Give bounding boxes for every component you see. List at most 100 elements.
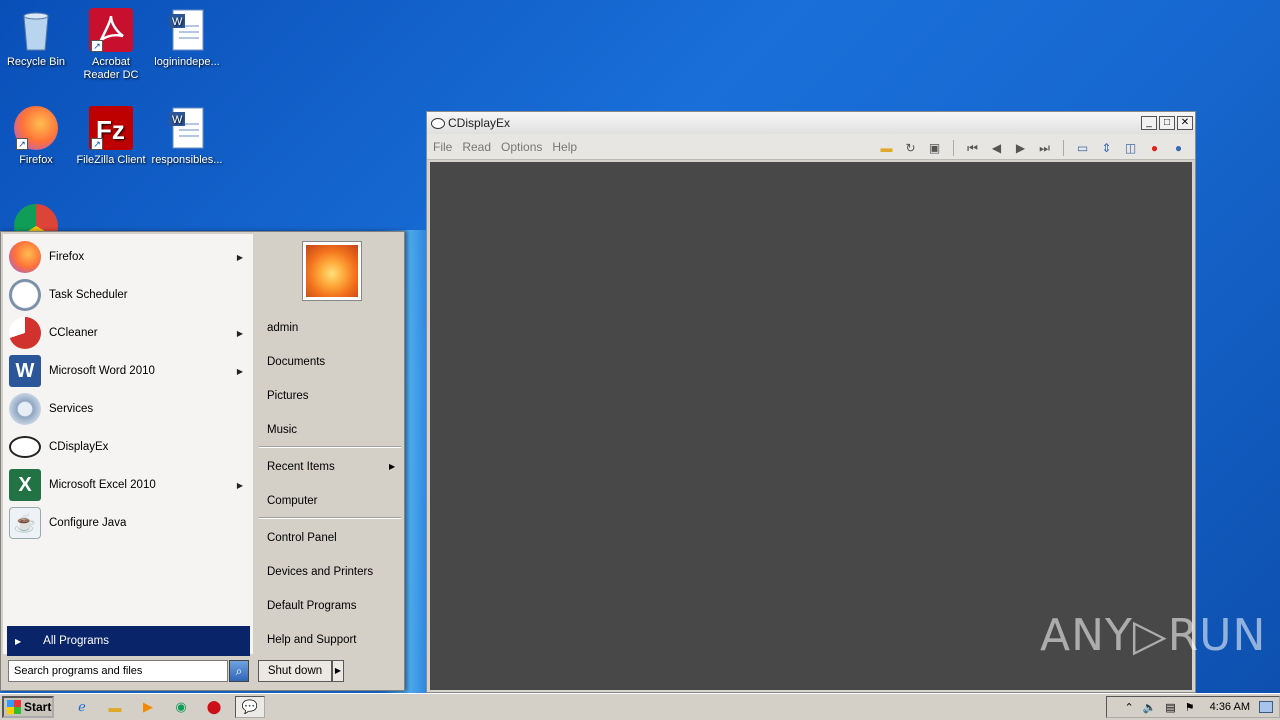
- menu-options[interactable]: Options: [501, 140, 542, 154]
- pages-icon[interactable]: ▣: [926, 141, 943, 156]
- search-input[interactable]: Search programs and files: [8, 660, 228, 682]
- start-button[interactable]: Start: [2, 696, 54, 718]
- desktop-icon-firefox[interactable]: ↗ Firefox: [0, 106, 74, 167]
- word-icon: W: [9, 355, 41, 387]
- excel-icon: X: [9, 469, 41, 501]
- toolbar-separator: [1063, 140, 1064, 156]
- user-avatar[interactable]: [303, 242, 361, 300]
- start-label: Start: [24, 700, 52, 714]
- flag-icon[interactable]: ⚑: [1185, 701, 1195, 714]
- menu-read[interactable]: Read: [462, 140, 491, 154]
- program-ccleaner[interactable]: CCleaner ▶: [9, 315, 249, 351]
- program-word[interactable]: W Microsoft Word 2010 ▶: [9, 353, 249, 389]
- toolbar: ▬ ↻ ▣ ⏮ ◀ ▶ ⏭ ▭ ⇕ ◫ ● ●: [878, 140, 1187, 156]
- shortcut-arrow-icon: ↗: [91, 138, 103, 150]
- arrow-right-icon: ▶: [15, 636, 22, 646]
- link-pictures[interactable]: Pictures: [267, 390, 309, 402]
- anyrun-watermark: ANY▷RUN: [1040, 610, 1267, 661]
- system-tray: ⌃ 🔈 ▤ ⚑ 4:36 AM: [1106, 696, 1280, 718]
- submenu-arrow-icon: ▶: [236, 252, 243, 262]
- submenu-arrow-icon: ▶: [236, 480, 243, 490]
- link-default-programs[interactable]: Default Programs: [267, 600, 356, 612]
- link-recent-items[interactable]: Recent Items: [267, 461, 335, 473]
- all-programs-button[interactable]: ▶ All Programs: [7, 626, 250, 656]
- menu-separator: [259, 517, 401, 519]
- link-admin[interactable]: admin: [267, 322, 298, 334]
- internet-explorer-icon[interactable]: ℯ: [70, 696, 94, 718]
- taskbar: Start ℯ ▬ ▶ ◉ ⬤ 💬 ⌃ 🔈 ▤ ⚑ 4:36 AM: [0, 693, 1280, 720]
- link-control-panel[interactable]: Control Panel: [267, 532, 337, 544]
- desktop-icon-label: Firefox: [19, 154, 53, 166]
- shortcut-arrow-icon: ↗: [16, 138, 28, 150]
- gear-icon: [9, 393, 41, 425]
- opera-icon[interactable]: ⬤: [202, 696, 226, 718]
- program-label: Microsoft Word 2010: [49, 365, 155, 377]
- program-label: Configure Java: [49, 517, 127, 529]
- chrome-icon[interactable]: ◉: [169, 696, 193, 718]
- desktop-icon-label: Acrobat Reader DC: [83, 56, 139, 81]
- window-titlebar[interactable]: CDisplayEx _ □ ✕: [427, 112, 1195, 134]
- clock-icon: [9, 279, 41, 311]
- start-menu-right-pane: admin Documents Pictures Music Recent It…: [255, 234, 403, 654]
- filezilla-icon: Fz ↗: [89, 106, 133, 150]
- program-label: Firefox: [49, 251, 85, 263]
- desktop-icon-label: loginindepe...: [154, 56, 220, 68]
- fit-width-icon[interactable]: ▭: [1074, 141, 1091, 156]
- link-music[interactable]: Music: [267, 424, 297, 436]
- program-label: Services: [49, 403, 94, 415]
- maximize-button[interactable]: □: [1159, 116, 1175, 130]
- program-firefox[interactable]: Firefox ▶: [9, 239, 249, 275]
- link-documents[interactable]: Documents: [267, 356, 325, 368]
- network-icon[interactable]: ▤: [1165, 701, 1175, 714]
- menu-file[interactable]: File: [433, 140, 452, 154]
- open-folder-icon[interactable]: ▬: [878, 141, 895, 156]
- link-help-support[interactable]: Help and Support: [267, 634, 357, 646]
- java-icon: ☕: [9, 507, 41, 539]
- menu-help[interactable]: Help: [552, 140, 577, 154]
- desktop-icon-loginindepe[interactable]: W loginindepe...: [149, 8, 225, 69]
- program-excel[interactable]: X Microsoft Excel 2010 ▶: [9, 467, 249, 503]
- media-player-icon[interactable]: ▶: [136, 696, 160, 718]
- program-configure-java[interactable]: ☕ Configure Java: [9, 505, 249, 541]
- cdisplayex-taskbar-icon[interactable]: 💬: [235, 696, 265, 718]
- program-label: CDisplayEx: [49, 441, 109, 453]
- minimize-button[interactable]: _: [1141, 116, 1157, 130]
- previous-page-icon[interactable]: ◀: [988, 141, 1005, 156]
- submenu-arrow-icon: ▶: [236, 366, 243, 376]
- search-icon[interactable]: ⌕: [229, 660, 249, 682]
- cdisplayex-window[interactable]: CDisplayEx _ □ ✕ File Read Options Help …: [426, 111, 1196, 693]
- link-computer[interactable]: Computer: [267, 495, 318, 507]
- folder-icon[interactable]: ▬: [103, 696, 127, 718]
- volume-icon[interactable]: 🔈: [1143, 701, 1157, 714]
- speech-bubble-icon: [9, 436, 41, 458]
- all-programs-label: All Programs: [43, 635, 109, 647]
- info-icon[interactable]: ●: [1170, 141, 1187, 156]
- program-services[interactable]: Services: [9, 391, 249, 427]
- desktop-icon-responsibles[interactable]: W responsibles...: [149, 106, 225, 167]
- show-hidden-icons-icon[interactable]: ⌃: [1124, 701, 1133, 714]
- program-cdisplayex[interactable]: CDisplayEx: [9, 429, 249, 465]
- show-desktop-icon[interactable]: [1259, 701, 1273, 713]
- acrobat-icon: ↗: [89, 8, 133, 52]
- windows-flag-icon: [7, 700, 21, 714]
- refresh-icon[interactable]: ↻: [902, 141, 919, 156]
- shutdown-options-button[interactable]: ▶: [332, 660, 344, 682]
- record-icon[interactable]: ●: [1146, 141, 1163, 156]
- desktop-icon-recycle-bin[interactable]: Recycle Bin: [0, 8, 74, 69]
- last-page-icon[interactable]: ⏭: [1036, 141, 1053, 156]
- link-devices-printers[interactable]: Devices and Printers: [267, 566, 373, 578]
- fit-height-icon[interactable]: ⇕: [1098, 141, 1115, 156]
- program-task-scheduler[interactable]: Task Scheduler: [9, 277, 249, 313]
- firefox-icon: [9, 241, 41, 273]
- first-page-icon[interactable]: ⏮: [964, 141, 981, 156]
- next-page-icon[interactable]: ▶: [1012, 141, 1029, 156]
- toolbar-separator: [953, 140, 954, 156]
- programs-list: Firefox ▶ Task Scheduler CCleaner ▶ W Mi…: [3, 234, 253, 654]
- desktop-icon-filezilla[interactable]: Fz ↗ FileZilla Client: [73, 106, 149, 167]
- shutdown-button[interactable]: Shut down: [258, 660, 332, 682]
- desktop-icon-acrobat[interactable]: ↗ Acrobat Reader DC: [73, 8, 149, 82]
- desktop-icon-label: FileZilla Client: [76, 154, 146, 166]
- clock[interactable]: 4:36 AM: [1210, 701, 1250, 713]
- double-page-icon[interactable]: ◫: [1122, 141, 1139, 156]
- close-button[interactable]: ✕: [1177, 116, 1193, 130]
